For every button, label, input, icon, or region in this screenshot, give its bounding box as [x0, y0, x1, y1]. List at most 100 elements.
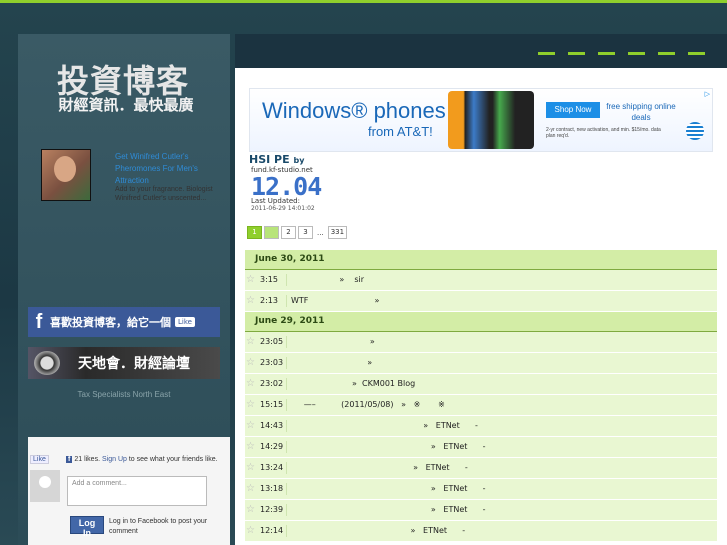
divider [286, 483, 287, 495]
post-title-link[interactable]: » ETNet - [291, 500, 713, 520]
star-icon[interactable]: ☆ [246, 458, 255, 478]
dash [628, 52, 645, 55]
pagination: 1 2 3 ... 331 [247, 226, 348, 239]
star-icon[interactable]: ☆ [246, 395, 255, 415]
shipping-text: free shipping online deals [606, 102, 676, 122]
facebook-like-pill: Like [175, 317, 195, 327]
friends-text: to see what your friends like. [128, 456, 218, 463]
post-time: 15:15 [260, 400, 284, 409]
last-updated-label: Last Updated: [251, 197, 300, 205]
list-item[interactable]: ☆ 3:15 » sir [245, 270, 717, 291]
ad-photo[interactable] [41, 149, 91, 201]
facebook-comments-widget: Like f 21 likes. Sign Up to see what your… [28, 437, 230, 545]
list-item[interactable]: ☆ 23:03 » [245, 353, 717, 374]
post-title-link[interactable]: WTF » [291, 291, 713, 311]
dash [568, 52, 585, 55]
post-title-link[interactable]: —– (2011/05/08) » ※ ※ [291, 395, 713, 415]
post-title-link[interactable]: » ETNet - [291, 479, 713, 499]
facebook-small-icon: f [66, 456, 73, 463]
star-icon[interactable]: ☆ [246, 521, 255, 541]
post-title-link[interactable]: » ETNet - [291, 458, 713, 478]
page-last[interactable]: 331 [327, 226, 348, 239]
divider [286, 462, 287, 474]
post-list: June 30, 2011 ☆ 3:15 » sir ☆ 2:13 WTF » June 2… [245, 250, 717, 542]
ad-link[interactable]: Get Winifred Cutler's Pheromones For Men… [115, 151, 220, 187]
page-3[interactable]: 3 [298, 226, 313, 239]
main-content: Windows® phones from AT&T! Shop Now free… [235, 68, 727, 545]
att-logo-icon [686, 122, 704, 140]
post-time: 2:13 [260, 296, 278, 305]
ad-title: Windows® phones [262, 98, 446, 123]
facebook-like-button[interactable]: Like [30, 455, 49, 464]
list-item[interactable]: ☆ 14:29 » ETNet - [245, 437, 717, 458]
star-icon[interactable]: ☆ [246, 416, 255, 436]
sidebar: 投資博客 財經資訊．最快最廣 Get Winifred Cutler's Phe… [18, 34, 230, 545]
star-icon[interactable]: ☆ [246, 291, 255, 311]
post-title-link[interactable]: » ETNet - [291, 437, 713, 457]
divider [286, 378, 287, 390]
coffee-cup-icon [34, 351, 60, 375]
adchoices-icon[interactable]: ▷ [705, 90, 710, 98]
post-title-link[interactable]: » CKM001 Blog [291, 374, 713, 394]
post-time: 23:03 [260, 358, 284, 367]
post-title-link[interactable]: » sir [291, 270, 713, 290]
divider [286, 274, 287, 286]
star-icon[interactable]: ☆ [246, 437, 255, 457]
page-ellipsis: ... [317, 228, 324, 237]
star-icon[interactable]: ☆ [246, 500, 255, 520]
facebook-banner-text: 喜歡投資博客，給它一個 [50, 316, 171, 329]
post-time: 12:14 [260, 526, 284, 535]
dash [598, 52, 615, 55]
divider [286, 295, 287, 307]
comment-input[interactable]: Add a comment... [67, 476, 207, 506]
list-item[interactable]: ☆ 2:13 WTF » [245, 291, 717, 312]
post-title-link[interactable]: » [291, 353, 713, 373]
ad-text: Add to your fragrance. Biologist Winifre… [115, 186, 213, 202]
list-item[interactable]: ☆ 23:05 » [245, 332, 717, 353]
facebook-icon: f [35, 310, 43, 333]
post-time: 14:43 [260, 421, 284, 430]
login-button[interactable]: Log In [70, 516, 104, 538]
forum-banner-text: 天地會．財經論壇 [78, 356, 190, 372]
facebook-like-banner[interactable]: f 喜歡投資博客，給它一個 Like [28, 307, 220, 337]
page-2[interactable]: 2 [281, 226, 296, 239]
star-icon[interactable]: ☆ [246, 332, 255, 352]
signup-link[interactable]: Sign Up [102, 456, 127, 463]
dash [688, 52, 705, 55]
post-time: 13:18 [260, 484, 284, 493]
divider [286, 336, 287, 348]
star-icon[interactable]: ☆ [246, 374, 255, 394]
post-time: 14:29 [260, 442, 284, 451]
page-1[interactable]: 1 [247, 226, 262, 239]
divider [286, 420, 287, 432]
post-title-link[interactable]: » [291, 332, 713, 352]
list-item[interactable]: ☆ 14:43 » ETNet - [245, 416, 717, 437]
date-header: June 30, 2011 [245, 250, 717, 270]
last-updated-time: 2011-06-29 14:01:02 [251, 205, 315, 212]
windows-phone-ad[interactable]: Windows® phones from AT&T! Shop Now free… [249, 88, 713, 152]
shop-now-button[interactable]: Shop Now [546, 102, 600, 118]
post-title-link[interactable]: » ETNet - [291, 521, 713, 541]
dash [538, 52, 555, 55]
post-time: 23:05 [260, 337, 284, 346]
star-icon[interactable]: ☆ [246, 353, 255, 373]
list-item[interactable]: ☆ 23:02 » CKM001 Blog [245, 374, 717, 395]
list-item[interactable]: ☆ 15:15 —– (2011/05/08) » ※ ※ [245, 395, 717, 416]
divider [286, 525, 287, 537]
list-item[interactable]: ☆ 13:18 » ETNet - [245, 479, 717, 500]
tax-specialists-link[interactable]: Tax Specialists North East [18, 390, 230, 399]
list-item[interactable]: ☆ 12:39 » ETNet - [245, 500, 717, 521]
top-accent-bar [0, 0, 727, 3]
phones-image [448, 91, 534, 149]
list-item[interactable]: ☆ 13:24 » ETNet - [245, 458, 717, 479]
forum-banner[interactable]: 天地會．財經論壇 [28, 347, 220, 379]
hsi-title-text: HSI PE [249, 153, 290, 166]
star-icon[interactable]: ☆ [246, 270, 255, 290]
post-time: 23:02 [260, 379, 284, 388]
list-item[interactable]: ☆ 12:14 » ETNet - [245, 521, 717, 542]
page-current-marker[interactable] [264, 226, 279, 239]
divider [286, 441, 287, 453]
post-title-link[interactable]: » ETNet - [291, 416, 713, 436]
star-icon[interactable]: ☆ [246, 479, 255, 499]
facebook-like-count: f 21 likes. Sign Up to see what your frie… [66, 456, 218, 463]
